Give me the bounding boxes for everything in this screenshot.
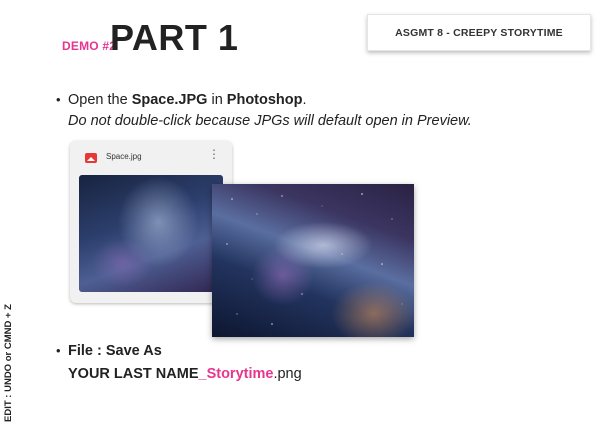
image-file-icon: [85, 153, 97, 163]
instruction-save-as: File : Save As: [68, 343, 162, 359]
bullet-dot: •: [56, 343, 61, 358]
slide: DEMO #2 PART 1 ASGMT 8 - CREEPY STORYTIM…: [0, 0, 604, 440]
assignment-badge-text: ASGMT 8 - CREEPY STORYTIME: [395, 26, 563, 39]
stars-overlay: [226, 193, 403, 325]
instruction-filename: YOUR LAST NAME_Storytime.png: [68, 366, 302, 382]
side-label: EDIT : UNDO or CMND + Z: [3, 304, 14, 422]
demo-label: DEMO #2: [62, 39, 117, 53]
instruction-open-text: Open the: [68, 92, 132, 108]
file-name-text: Space.JPG: [131, 92, 208, 108]
instruction-note: Do not double-click because JPGs will de…: [68, 113, 472, 129]
instruction-period: .: [302, 92, 307, 108]
filename-prefix: YOUR LAST NAME: [68, 366, 199, 382]
more-vertical-icon[interactable]: ⋮: [208, 148, 220, 160]
assignment-badge: ASGMT 8 - CREEPY STORYTIME: [367, 14, 591, 51]
instruction-in-text: in: [207, 92, 227, 108]
app-name-text: Photoshop: [226, 92, 303, 108]
file-preview-header: Space.jpg ⋮: [70, 141, 232, 174]
filename-highlight: _Storytime: [198, 366, 274, 382]
file-preview-name: Space.jpg: [106, 152, 142, 161]
filename-extension: .png: [273, 366, 302, 382]
file-preview-card[interactable]: Space.jpg ⋮: [70, 141, 232, 303]
space-image: [212, 184, 414, 337]
page-title: PART 1: [110, 17, 239, 58]
instruction-open: Open the Space.JPG in Photoshop.: [68, 92, 307, 108]
file-thumbnail[interactable]: [79, 175, 223, 292]
bullet-dot: •: [56, 92, 61, 107]
